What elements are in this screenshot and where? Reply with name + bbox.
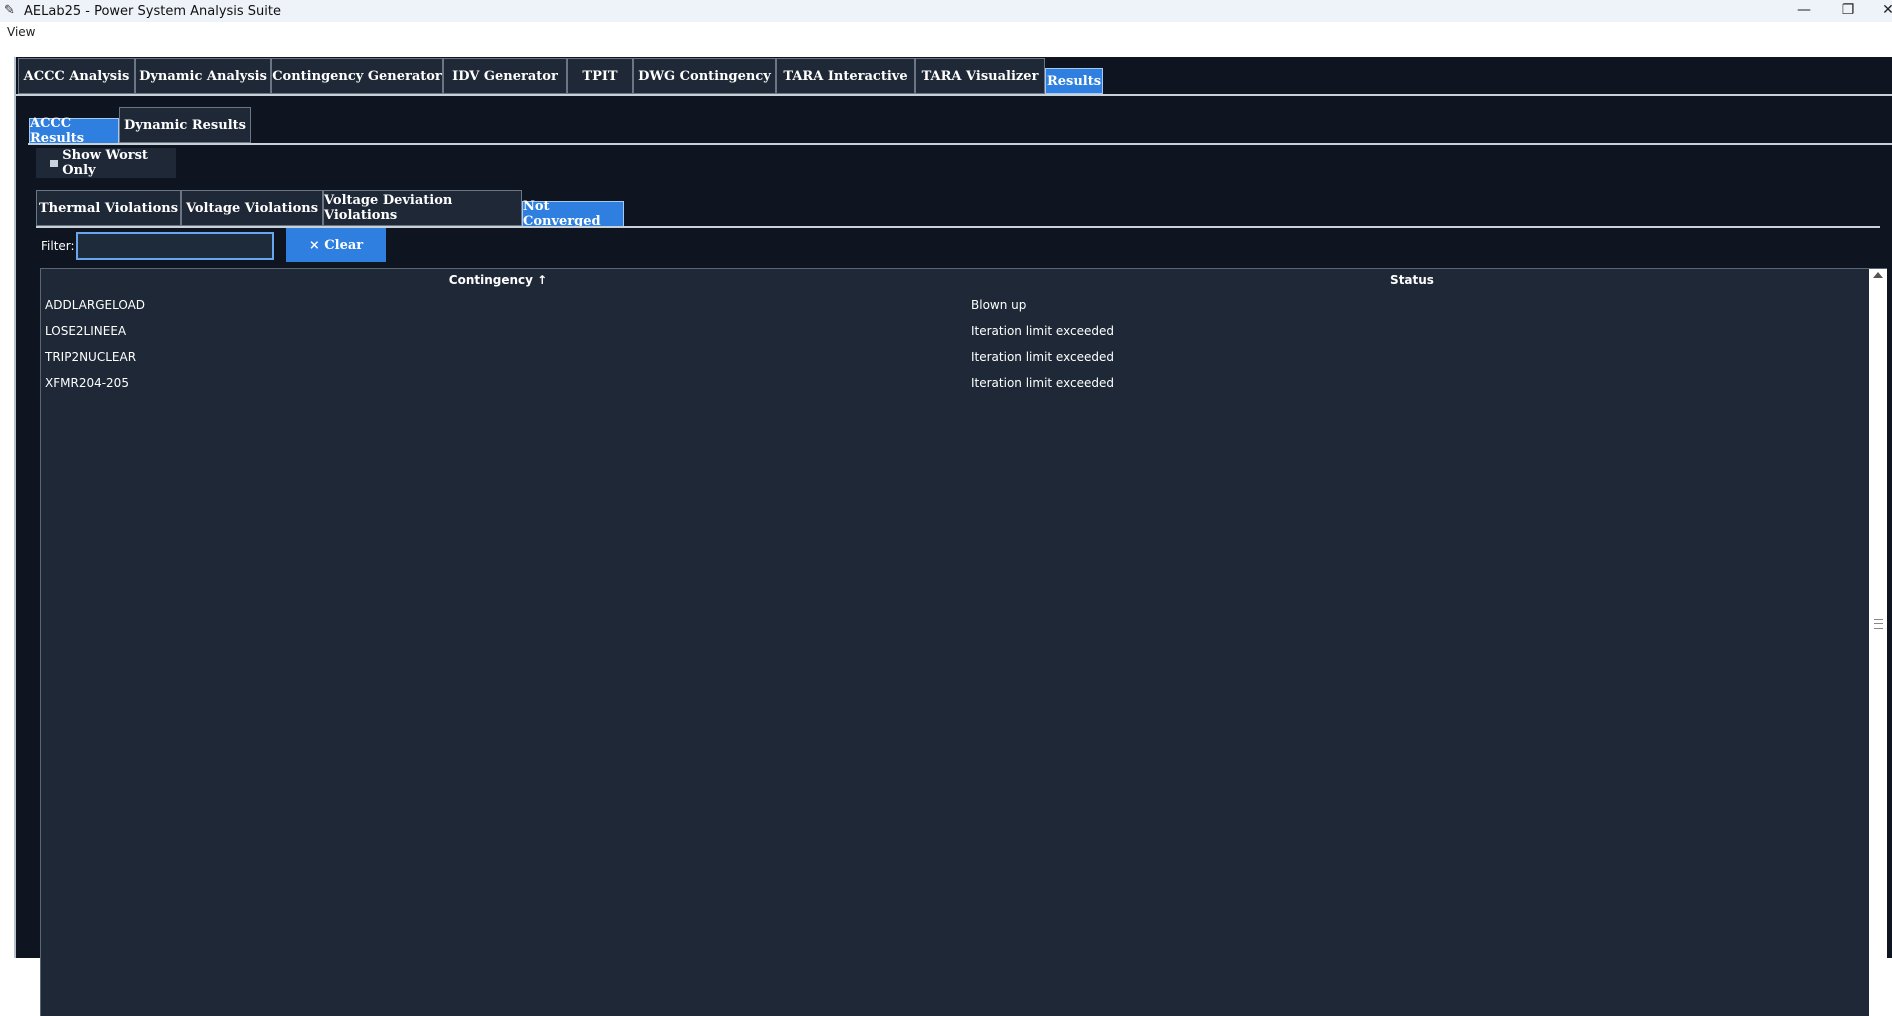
tab-tara-visualizer[interactable]: TARA Visualizer xyxy=(915,58,1045,94)
main-area: ACCC Analysis Dynamic Analysis Contingen… xyxy=(14,57,1892,1016)
not-converged-table: Contingency ↑ Status ADDLARGELOAD Blown … xyxy=(40,268,1887,1016)
tab-bar-divider xyxy=(16,94,1892,96)
restore-button[interactable]: ❐ xyxy=(1838,2,1858,18)
table-row[interactable]: LOSE2LINEEA Iteration limit exceeded xyxy=(41,319,1869,345)
title-bar: ✎ AELab25 - Power System Analysis Suite … xyxy=(0,0,1892,22)
tab-thermal-violations[interactable]: Thermal Violations xyxy=(36,190,181,226)
tab-tara-interactive[interactable]: TARA Interactive xyxy=(776,58,915,94)
scroll-grip-icon[interactable] xyxy=(1874,619,1883,629)
table-row[interactable]: XFMR204-205 Iteration limit exceeded xyxy=(41,371,1869,397)
column-header-contingency[interactable]: Contingency ↑ xyxy=(41,273,955,287)
tab-accc-analysis[interactable]: ACCC Analysis xyxy=(18,58,135,94)
menu-view[interactable]: View xyxy=(7,25,35,39)
cell-contingency: ADDLARGELOAD xyxy=(45,298,146,312)
show-worst-only-label: Show Worst Only xyxy=(62,148,148,178)
tab-not-converged[interactable]: Not Converged xyxy=(522,199,624,229)
tab-idv-generator[interactable]: IDV Generator xyxy=(443,58,567,94)
cell-contingency: XFMR204-205 xyxy=(45,376,129,390)
checkbox-icon xyxy=(50,159,59,167)
results-tab-divider xyxy=(28,143,1892,145)
table-row[interactable]: ADDLARGELOAD Blown up xyxy=(41,293,1869,319)
tab-voltage-deviation-violations[interactable]: Voltage Deviation Violations xyxy=(323,190,522,226)
cell-status: Iteration limit exceeded xyxy=(971,324,1114,338)
cell-contingency: LOSE2LINEEA xyxy=(45,324,127,338)
scroll-up-icon[interactable] xyxy=(1873,272,1883,278)
cell-status: Iteration limit exceeded xyxy=(971,376,1114,390)
tab-voltage-violations[interactable]: Voltage Violations xyxy=(181,190,323,226)
tab-accc-results[interactable]: ACCC Results xyxy=(29,116,119,146)
clear-filter-button[interactable]: × Clear xyxy=(286,228,386,262)
cell-status: Iteration limit exceeded xyxy=(971,350,1114,364)
close-button[interactable]: ✕ xyxy=(1878,2,1892,18)
filter-input[interactable] xyxy=(76,232,274,260)
filter-label: Filter: xyxy=(41,239,75,253)
window-title: AELab25 - Power System Analysis Suite xyxy=(24,4,282,19)
menu-bar: View xyxy=(0,22,1892,42)
table-row[interactable]: TRIP2NUCLEAR Iteration limit exceeded xyxy=(41,345,1869,371)
tab-dynamic-results[interactable]: Dynamic Results xyxy=(119,107,251,143)
cell-contingency: TRIP2NUCLEAR xyxy=(45,350,137,364)
tab-contingency-generator[interactable]: Contingency Generator xyxy=(271,58,443,94)
table-header: Contingency ↑ Status xyxy=(41,269,1869,293)
tab-dynamic-analysis[interactable]: Dynamic Analysis xyxy=(135,58,271,94)
tab-results[interactable]: Results xyxy=(1045,68,1103,94)
cell-status: Blown up xyxy=(971,298,1027,312)
feather-app-icon: ✎ xyxy=(4,3,15,18)
minimize-button[interactable]: — xyxy=(1794,2,1814,18)
show-worst-only-checkbox[interactable]: Show Worst Only xyxy=(36,148,176,178)
tab-tpit[interactable]: TPIT xyxy=(567,58,633,94)
tab-dwg-contingency[interactable]: DWG Contingency xyxy=(633,58,776,94)
column-header-status[interactable]: Status xyxy=(955,273,1869,287)
table-scrollbar[interactable] xyxy=(1869,269,1887,1016)
